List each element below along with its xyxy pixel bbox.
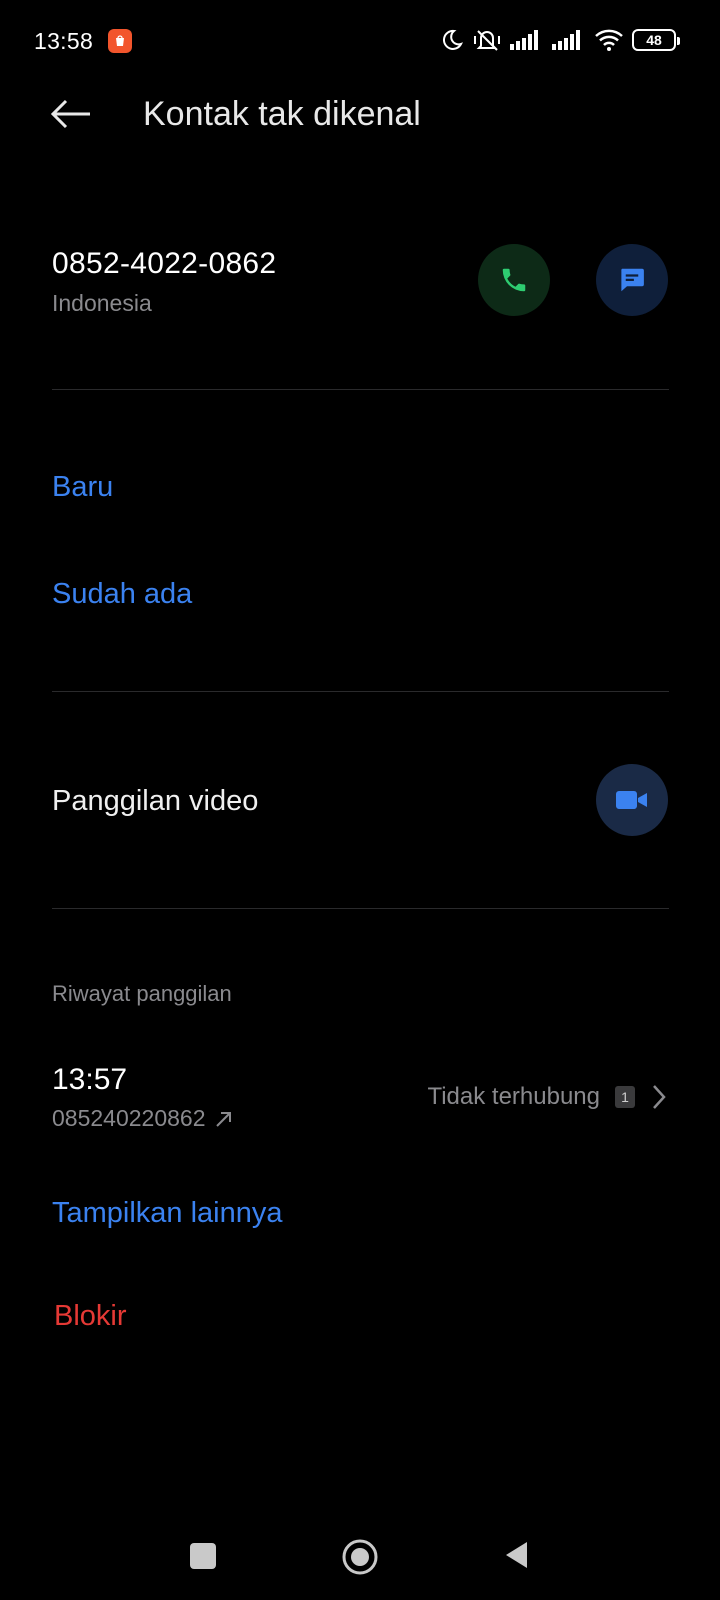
arrow-left-icon xyxy=(50,99,90,129)
status-icons: 48 xyxy=(440,28,680,52)
phone-icon xyxy=(502,268,526,292)
moon-icon xyxy=(440,28,464,52)
call-number-row: 085240220862 xyxy=(52,1105,234,1132)
shopee-notification-icon xyxy=(108,29,132,53)
call-time: 13:57 xyxy=(52,1063,128,1096)
contact-detail-screen: 13:58 48 Kontak tak dikenal 0852-4022-08… xyxy=(0,0,720,1600)
signal-icon xyxy=(552,30,586,50)
recent-apps-button[interactable] xyxy=(190,1543,216,1569)
wifi-icon xyxy=(594,28,624,52)
signal-icon xyxy=(510,30,544,50)
nav-back-button[interactable] xyxy=(503,1539,529,1576)
home-button[interactable] xyxy=(341,1538,379,1581)
new-contact-link[interactable]: Baru xyxy=(52,471,113,504)
status-time: 13:58 xyxy=(34,28,94,54)
sim-badge: 1 xyxy=(615,1086,635,1108)
status-bar: 13:58 48 xyxy=(0,0,720,82)
divider xyxy=(52,908,669,909)
call-number: 085240220862 xyxy=(52,1105,206,1131)
outgoing-arrow-icon xyxy=(215,1111,231,1127)
call-status: Tidak terhubung xyxy=(427,1083,600,1110)
call-button[interactable] xyxy=(478,244,550,316)
call-history-heading: Riwayat panggilan xyxy=(52,981,232,1006)
country-label: Indonesia xyxy=(52,290,152,316)
home-circle-icon xyxy=(342,1539,378,1575)
divider xyxy=(52,389,669,390)
divider xyxy=(52,691,669,692)
show-more-link[interactable]: Tampilkan lainnya xyxy=(52,1197,283,1230)
block-button[interactable]: Blokir xyxy=(54,1300,127,1333)
battery-icon: 48 xyxy=(632,29,680,51)
video-call-label[interactable]: Panggilan video xyxy=(52,785,258,818)
video-camera-icon xyxy=(616,791,647,809)
page-title: Kontak tak dikenal xyxy=(143,95,421,133)
video-call-button[interactable] xyxy=(596,764,668,836)
chevron-right-icon xyxy=(653,1085,666,1109)
existing-contact-link[interactable]: Sudah ada xyxy=(52,578,192,611)
message-button[interactable] xyxy=(596,244,668,316)
mute-vibrate-icon xyxy=(472,28,502,52)
back-button[interactable] xyxy=(50,94,94,134)
triangle-back-icon xyxy=(506,1542,527,1568)
phone-number[interactable]: 0852-4022-0862 xyxy=(52,247,276,281)
message-icon xyxy=(621,268,644,292)
